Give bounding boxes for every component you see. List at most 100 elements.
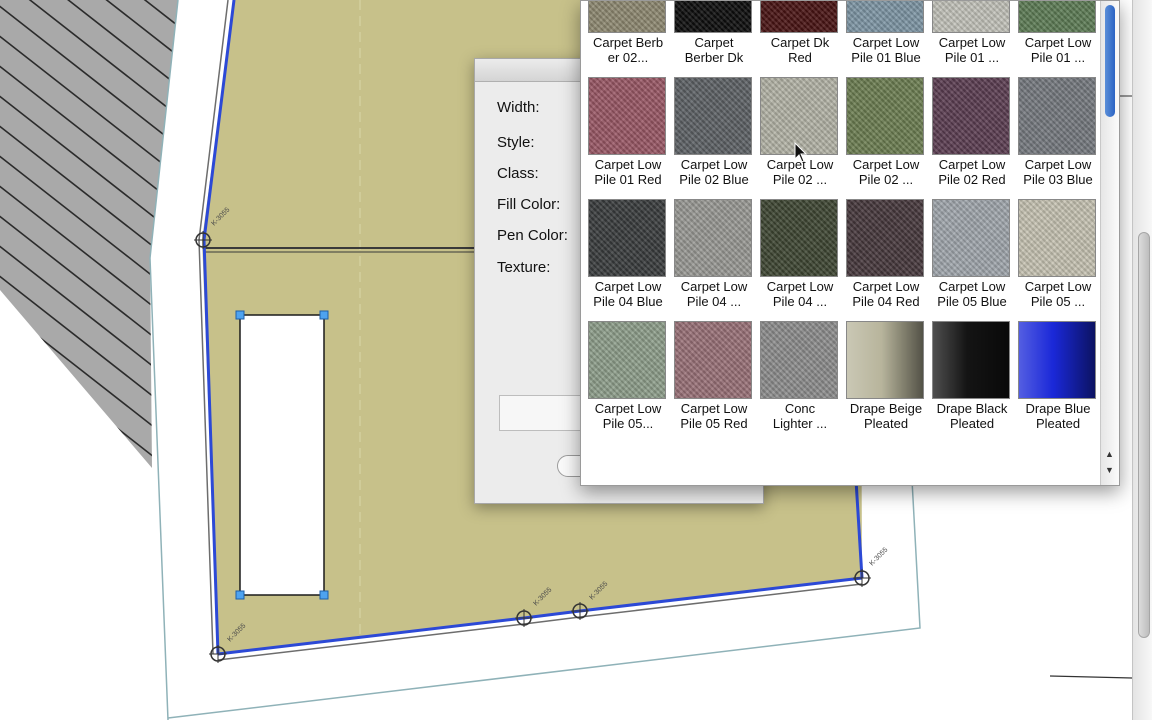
texture-swatch[interactable]	[588, 321, 666, 399]
texture-name-line: Conc	[784, 401, 816, 416]
texture-swatch[interactable]	[932, 1, 1010, 33]
texture-swatch[interactable]	[846, 1, 924, 33]
texture-tile[interactable]: Conc Lighter ...	[757, 321, 843, 443]
texture-name-line: Pile 02 Red	[938, 172, 1006, 187]
texture-name-line: Pile 05 Red	[680, 416, 748, 431]
texture-tile[interactable]: Carpet Low Pile 02 Blue	[671, 77, 757, 199]
texture-swatch[interactable]	[674, 321, 752, 399]
pen-color-label: Pen Color:	[497, 227, 568, 244]
texture-swatch[interactable]	[932, 77, 1010, 155]
texture-name-line: Carpet Low	[1024, 279, 1092, 294]
dimension-line	[1049, 675, 1133, 679]
texture-swatch[interactable]	[1018, 77, 1096, 155]
texture-name: Carpet Berber Dk	[671, 35, 757, 65]
texture-swatch[interactable]	[674, 1, 752, 33]
class-label: Class:	[497, 165, 539, 182]
texture-tile[interactable]: Drape Black Pleated	[929, 321, 1015, 443]
window-scrollbar[interactable]	[1132, 0, 1152, 720]
scroll-thumb[interactable]	[1105, 5, 1115, 117]
texture-name-line: Red	[788, 50, 812, 65]
texture-name: Carpet Low Pile 01 ...	[1015, 35, 1101, 65]
texture-name: Carpet Low Pile 02 Blue	[671, 157, 757, 187]
texture-tile[interactable]: Carpet Low Pile 04 ...	[757, 199, 843, 321]
texture-swatch[interactable]	[846, 77, 924, 155]
texture-tile[interactable]: Carpet Low Pile 05 Red	[671, 321, 757, 443]
texture-tile[interactable]: Carpet Low Pile 05...	[585, 321, 671, 443]
texture-name: Drape Black Pleated	[929, 401, 1015, 431]
texture-swatch[interactable]	[1018, 1, 1096, 33]
texture-swatch[interactable]	[932, 321, 1010, 399]
texture-tile[interactable]: Carpet Low Pile 02 ...	[757, 77, 843, 199]
texture-swatch[interactable]	[846, 199, 924, 277]
texture-swatch[interactable]	[1018, 321, 1096, 399]
texture-swatch[interactable]	[760, 321, 838, 399]
texture-scrollbar[interactable]: ▲ ▼	[1100, 1, 1119, 485]
texture-swatch[interactable]	[674, 77, 752, 155]
texture-name: Carpet Low Pile 04 ...	[757, 279, 843, 309]
texture-swatch[interactable]	[846, 321, 924, 399]
texture-tile[interactable]: Carpet Low Pile 01 ...	[929, 1, 1015, 77]
texture-tile[interactable]: Carpet Low Pile 04 ...	[671, 199, 757, 321]
texture-name-line: Pile 01 Blue	[851, 50, 921, 65]
texture-name-line: Carpet Low	[594, 157, 662, 172]
texture-name-line: Carpet Low	[766, 279, 834, 294]
texture-name-line: Carpet Low	[680, 401, 748, 416]
texture-tile[interactable]: Carpet Berber Dk	[671, 1, 757, 77]
window-scroll-thumb[interactable]	[1138, 232, 1150, 638]
texture-name-line: Pile 03 Blue	[1023, 172, 1093, 187]
selected-rectangle[interactable]	[235, 310, 329, 600]
texture-name: Carpet Low Pile 04 Red	[843, 279, 929, 309]
texture-name: Carpet Low Pile 05 Blue	[929, 279, 1015, 309]
texture-name: Carpet Low Pile 05...	[585, 401, 671, 431]
texture-name: Carpet Low Pile 02 ...	[843, 157, 929, 187]
texture-tile[interactable]: Carpet Low Pile 02 Red	[929, 77, 1015, 199]
texture-tile[interactable]: Carpet Low Pile 05 Blue	[929, 199, 1015, 321]
texture-swatch[interactable]	[760, 1, 838, 33]
texture-name: Carpet Low Pile 01 ...	[929, 35, 1015, 65]
texture-tile[interactable]: Carpet Low Pile 01 Blue	[843, 1, 929, 77]
texture-name: Conc Lighter ...	[757, 401, 843, 431]
texture-name-line: er 02...	[607, 50, 649, 65]
texture-name: Carpet Berb er 02...	[585, 35, 671, 65]
texture-name: Carpet Low Pile 05 Red	[671, 401, 757, 431]
texture-name-line: Drape Beige	[849, 401, 923, 416]
texture-tile[interactable]: Drape Beige Pleated	[843, 321, 929, 443]
texture-swatch[interactable]	[588, 77, 666, 155]
selection-handle[interactable]	[235, 590, 245, 600]
texture-tile[interactable]: Carpet Low Pile 01 Red	[585, 77, 671, 199]
selection-handle[interactable]	[319, 310, 329, 320]
texture-tile[interactable]: Carpet Berb er 02...	[585, 1, 671, 77]
texture-name-line: Pile 05 ...	[1030, 294, 1086, 309]
selection-handle[interactable]	[319, 590, 329, 600]
texture-swatch[interactable]	[932, 199, 1010, 277]
texture-name-line: Carpet Low	[680, 157, 748, 172]
texture-swatch[interactable]	[674, 199, 752, 277]
texture-name-line: Drape Blue	[1025, 401, 1091, 416]
texture-tile[interactable]: Carpet Dk Red	[757, 1, 843, 77]
texture-name-line: Carpet Dk	[770, 35, 830, 50]
texture-swatch[interactable]	[1018, 199, 1096, 277]
texture-swatch[interactable]	[588, 199, 666, 277]
texture-name-line: Pile 04 Blue	[593, 294, 663, 309]
texture-name-line: Carpet Low	[1024, 35, 1092, 50]
texture-name-line: Pleated	[1035, 416, 1081, 431]
texture-tile[interactable]: Carpet Low Pile 04 Blue	[585, 199, 671, 321]
texture-name: Carpet Low Pile 01 Blue	[843, 35, 929, 65]
texture-name: Carpet Low Pile 03 Blue	[1015, 157, 1101, 187]
scroll-down-arrow-icon[interactable]: ▼	[1105, 465, 1114, 475]
texture-name: Carpet Low Pile 04 ...	[671, 279, 757, 309]
texture-swatch[interactable]	[588, 1, 666, 33]
texture-name: Carpet Low Pile 04 Blue	[585, 279, 671, 309]
texture-name-line: Berber Dk	[684, 50, 744, 65]
selection-handle[interactable]	[235, 310, 245, 320]
style-label: Style:	[497, 134, 535, 151]
scroll-up-arrow-icon[interactable]: ▲	[1105, 449, 1114, 459]
texture-name-line: Carpet Low	[594, 401, 662, 416]
texture-tile[interactable]: Carpet Low Pile 02 ...	[843, 77, 929, 199]
texture-swatch[interactable]	[760, 199, 838, 277]
texture-tile[interactable]: Carpet Low Pile 05 ...	[1015, 199, 1101, 321]
texture-tile[interactable]: Drape Blue Pleated	[1015, 321, 1101, 443]
texture-tile[interactable]: Carpet Low Pile 04 Red	[843, 199, 929, 321]
texture-tile[interactable]: Carpet Low Pile 03 Blue	[1015, 77, 1101, 199]
texture-tile[interactable]: Carpet Low Pile 01 ...	[1015, 1, 1101, 77]
